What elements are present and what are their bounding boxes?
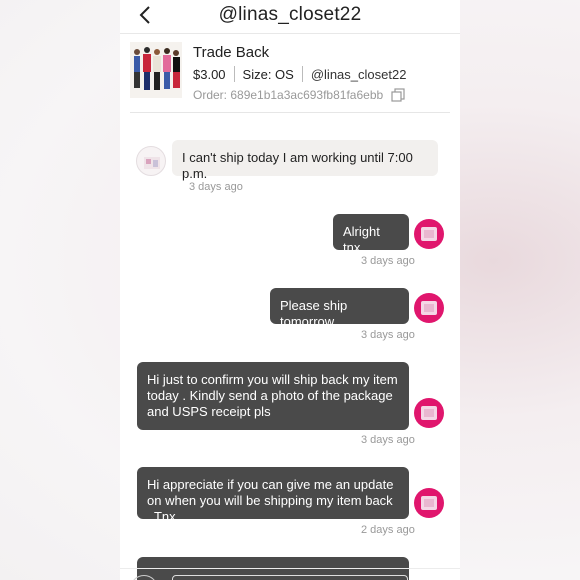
- avatar-image-icon: [144, 157, 160, 169]
- meta-separator: [233, 66, 235, 82]
- user-avatar[interactable]: [414, 219, 444, 249]
- page-title: @linas_closet22: [218, 4, 362, 25]
- order-row: Order: 689e1b1a3ac693fb81fa6ebb: [193, 88, 405, 102]
- message-timestamp: 3 days ago: [361, 434, 415, 446]
- user-avatar[interactable]: [414, 293, 444, 323]
- listing-price: $3.00: [193, 66, 226, 82]
- header-divider: [120, 33, 460, 34]
- listing-meta: $3.00 Size: OS @linas_closet22: [193, 64, 406, 84]
- chat-panel: @linas_closet22 Trade Back $3.00 Size: O…: [120, 0, 460, 580]
- user-avatar[interactable]: [414, 398, 444, 428]
- listing-thumbnail[interactable]: [130, 42, 182, 98]
- message-bubble: I can't ship today I am working until 7:…: [172, 140, 438, 181]
- avatar-image-icon: [421, 496, 437, 510]
- message-timestamp: 3 days ago: [361, 329, 415, 341]
- message-bubble: Hi appreciate if you can give me an upda…: [137, 467, 409, 524]
- message-bubble: Hi just to confirm you will ship back my…: [137, 362, 409, 430]
- sender-avatar[interactable]: [136, 146, 166, 176]
- message-timestamp: 2 days ago: [361, 524, 415, 536]
- avatar-image-icon: [421, 227, 437, 241]
- listing-divider: [130, 112, 450, 113]
- user-avatar[interactable]: [414, 488, 444, 518]
- listing-title[interactable]: Trade Back: [193, 44, 269, 61]
- composer-avatar: [130, 575, 158, 580]
- listing-seller[interactable]: @linas_closet22: [311, 67, 407, 82]
- meta-separator: [301, 66, 303, 82]
- message-input[interactable]: [172, 575, 408, 580]
- listing-image-icon: [130, 42, 182, 98]
- copy-icon[interactable]: [391, 88, 405, 102]
- message-bubble: Please ship tomorrow: [270, 288, 409, 329]
- message-timestamp: 3 days ago: [189, 181, 243, 193]
- order-id: Order: 689e1b1a3ac693fb81fa6ebb: [193, 88, 384, 102]
- message-bubble: Alright tnx: [333, 214, 409, 255]
- avatar-image-icon: [421, 406, 437, 420]
- top-nav: @linas_closet22: [120, 0, 460, 32]
- message-timestamp: 3 days ago: [361, 255, 415, 267]
- message-composer: [120, 568, 460, 580]
- listing-size: Size: OS: [242, 66, 294, 82]
- avatar-image-icon: [421, 301, 437, 315]
